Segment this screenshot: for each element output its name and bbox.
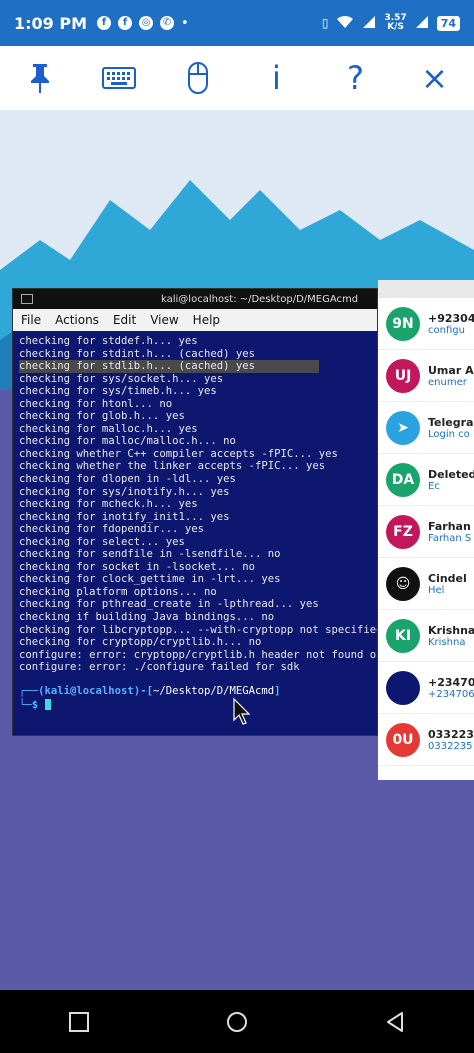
chat-list-item[interactable]: FZ Farhan SFarhan S [378, 506, 474, 558]
facebook-icon: f [118, 16, 133, 30]
terminal-prompt[interactable]: ┌──(kali@localhost)-[~/Desktop/D/MEGAcmd… [13, 678, 377, 712]
close-icon[interactable]: × [410, 53, 460, 103]
terminal-line: checking for select... yes [19, 535, 185, 548]
terminal-line: configure: error: cryptopp/cryptlib.h he… [19, 648, 377, 661]
back-button[interactable] [380, 1007, 410, 1037]
terminal-line: checking platform options... no [19, 585, 217, 598]
terminal-window[interactable]: kali@localhost: ~/Desktop/D/MEGAcmd File… [12, 288, 378, 736]
terminal-line: checking for glob.h... yes [19, 410, 185, 423]
whatsapp-icon: ✆ [160, 16, 175, 30]
terminal-line: checking for stdint.h... (cached) yes [19, 347, 255, 360]
facebook-messenger-icon: f [97, 16, 112, 30]
terminal-title: kali@localhost: ~/Desktop/D/MEGAcmd [161, 293, 359, 305]
telegram-icon: ➤ [386, 410, 420, 445]
avatar: KI [386, 618, 420, 653]
wifi-icon [336, 15, 354, 32]
terminal-output[interactable]: checking for stddef.h... yes checking for… [13, 331, 377, 678]
terminal-line: checking for libcryptopp... --with-crypt… [19, 623, 378, 636]
avatar: 0U [386, 722, 420, 757]
menu-help[interactable]: Help [193, 313, 220, 327]
back-icon [387, 1011, 403, 1032]
home-button[interactable] [222, 1007, 252, 1037]
chat-list-item[interactable]: 0U 03322350332235 [378, 714, 474, 766]
menu-actions[interactable]: Actions [55, 313, 99, 327]
system-icons: ▯ 3.57 K/S 74 [322, 14, 460, 32]
menu-view[interactable]: View [150, 313, 178, 327]
terminal-line: checking for sys/timeb.h... yes [19, 385, 217, 398]
terminal-line: checking for socket in -lsocket... no [19, 560, 255, 573]
chat-list-item[interactable]: ☺ Cindel Hel [378, 558, 474, 610]
avatar: UJ [386, 358, 420, 393]
avatar [386, 670, 420, 705]
keyboard-icon[interactable] [94, 53, 144, 103]
mouse-icon[interactable] [173, 53, 223, 103]
chat-list-item[interactable]: +234706+234706 [378, 662, 474, 714]
terminal-line: checking for inotify_init1... yes [19, 510, 230, 523]
remote-toolbar: i ? × [0, 46, 474, 110]
status-bar: 1:09 PM f f ◎ ✆ • ▯ 3.57 K/S 74 [0, 0, 474, 46]
menu-file[interactable]: File [21, 313, 41, 327]
terminal-line: checking for dlopen in -ldl... yes [19, 473, 236, 486]
terminal-line: checking for sys/inotify.h... yes [19, 485, 230, 498]
recents-button[interactable] [64, 1007, 94, 1037]
notification-icons: f f ◎ ✆ • [97, 16, 189, 31]
terminal-line: checking if building Java bindings... no [19, 611, 275, 624]
terminal-menubar: File Actions Edit View Help [13, 309, 377, 331]
pin-icon[interactable] [15, 53, 65, 103]
terminal-line: checking for sys/socket.h... yes [19, 372, 224, 385]
menu-edit[interactable]: Edit [113, 313, 136, 327]
terminal-line: checking for stdlib.h... (cached) yes [19, 360, 371, 373]
signal-icon [362, 15, 376, 32]
terminal-line: checking for malloc.h... yes [19, 422, 198, 435]
terminal-line: checking for sendfile in -lsendfile... n… [19, 548, 281, 561]
terminal-line: checking for pthread_create in -lpthread… [19, 598, 319, 611]
recents-icon [69, 1011, 89, 1032]
home-icon [227, 1011, 247, 1032]
chat-app-header [378, 280, 474, 298]
battery-indicator: 74 [436, 15, 460, 31]
chat-list-item[interactable]: 9N +92304 configu [378, 298, 474, 350]
terminal-line: checking whether the linker accepts -fPI… [19, 460, 326, 473]
terminal-line: checking for fdopendir... yes [19, 523, 204, 536]
signal-icon-2 [415, 15, 429, 32]
vibrate-icon: ▯ [321, 16, 329, 30]
terminal-icon [21, 294, 33, 304]
chat-list-item[interactable]: UJ Umar Ahenumer [378, 350, 474, 402]
terminal-cursor [44, 699, 51, 711]
network-speed: 3.57 K/S [384, 13, 407, 32]
terminal-line: checking for clock_gettime in -lrt... ye… [19, 573, 281, 586]
terminal-line: checking for cryptopp/cryptlib.h... no [19, 636, 262, 649]
terminal-titlebar[interactable]: kali@localhost: ~/Desktop/D/MEGAcmd [13, 289, 377, 309]
mouse-pointer-icon [233, 698, 251, 725]
status-time: 1:09 PM [14, 13, 88, 33]
avatar: 9N [386, 306, 420, 341]
chat-app-window: 9N +92304configu UJ Umar Ahenumer ➤ Tele… [378, 280, 474, 780]
chat-list-item[interactable]: KI Krishna Krishna [378, 610, 474, 662]
remote-desktop[interactable]: 9N +92304configu UJ Umar Ahenumer ➤ Tele… [0, 110, 474, 990]
terminal-line: checking for mcheck.h... yes [19, 498, 198, 511]
avatar: DA [386, 462, 420, 497]
chat-list-item[interactable]: ➤ TelegramLogin co [378, 402, 474, 454]
terminal-line: checking for stddef.h... yes [19, 335, 198, 347]
terminal-line: checking for malloc/malloc.h... no [19, 435, 236, 448]
more-notifications-icon: • [181, 15, 189, 31]
help-icon[interactable]: ? [331, 53, 381, 103]
info-icon[interactable]: i [252, 53, 302, 103]
chat-list-item[interactable]: DA Deleted Ec [378, 454, 474, 506]
navigation-bar [0, 990, 474, 1053]
avatar: FZ [386, 514, 420, 549]
instagram-icon: ◎ [139, 16, 154, 30]
terminal-line: configure: error: ./configure failed for… [19, 661, 300, 674]
terminal-line: checking whether C++ compiler accepts -f… [19, 447, 338, 460]
avatar: ☺ [386, 566, 420, 601]
terminal-line: checking for htonl... no [19, 397, 173, 410]
